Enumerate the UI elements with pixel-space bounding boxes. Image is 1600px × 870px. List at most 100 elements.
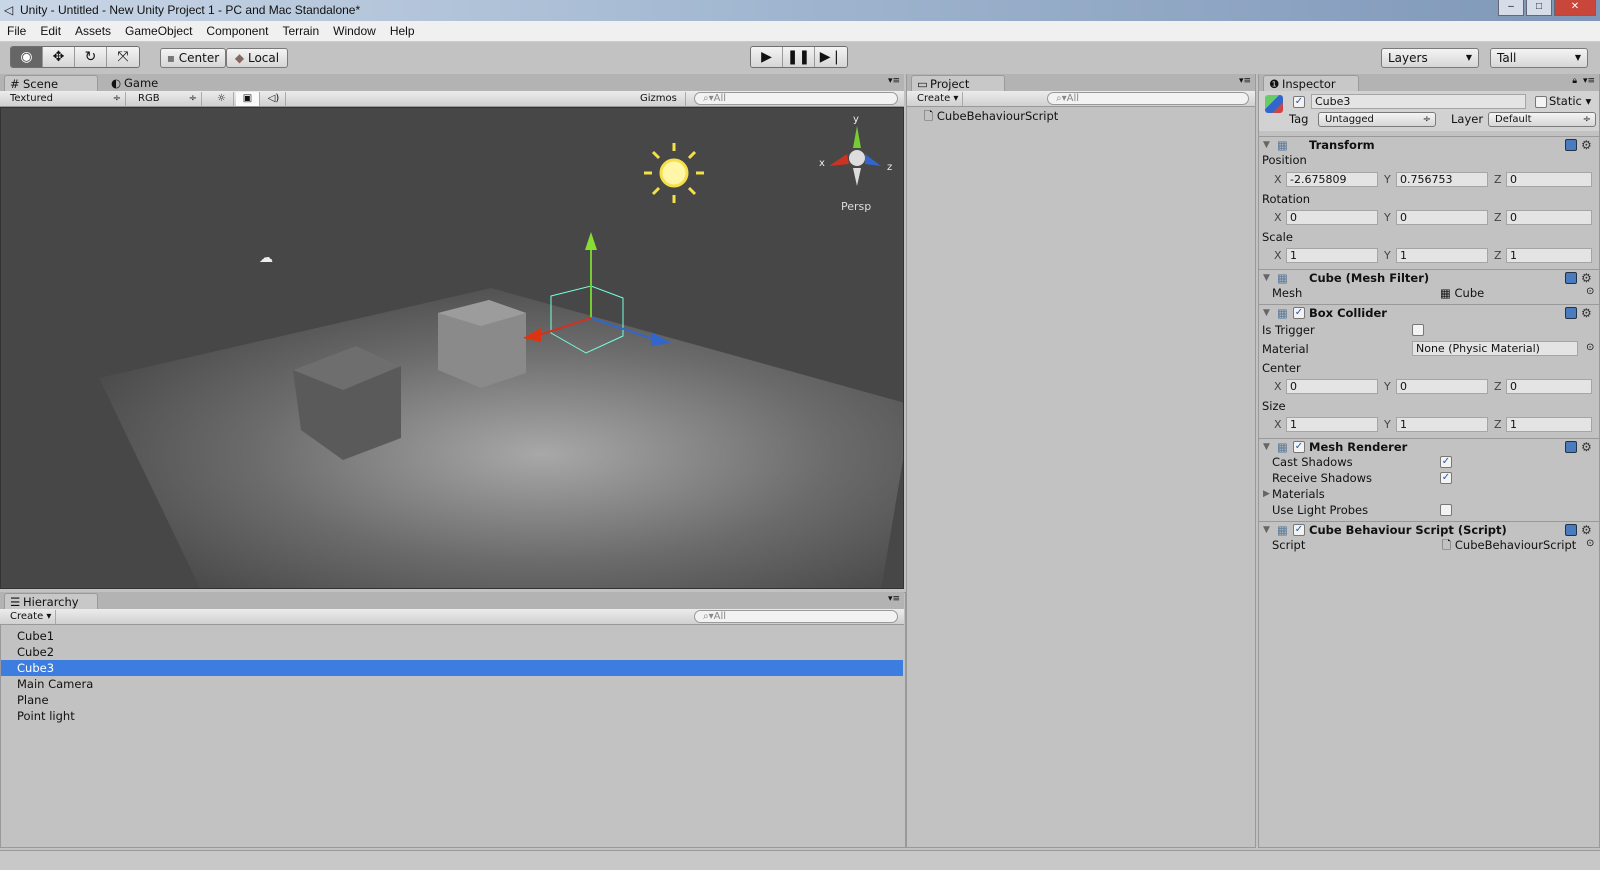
hierarchy-search-input[interactable]: ⌕▾All: [694, 610, 898, 623]
scene-search-input[interactable]: ⌕▾All: [694, 92, 898, 105]
orientation-gizmo[interactable]: [829, 126, 881, 186]
position-x-field[interactable]: -2.675809: [1286, 172, 1378, 187]
layout-dropdown[interactable]: Tall ▼: [1490, 48, 1588, 68]
hierarchy-item[interactable]: Cube2: [1, 644, 903, 660]
tag-dropdown[interactable]: Untagged ÷: [1318, 112, 1436, 127]
persp-label[interactable]: Persp: [841, 200, 871, 213]
hierarchy-item[interactable]: Cube1: [1, 628, 903, 644]
box-collider-enabled-checkbox[interactable]: ✓: [1293, 307, 1305, 319]
scale-z-field[interactable]: 1: [1506, 248, 1592, 263]
scale-x-field[interactable]: 1: [1286, 248, 1378, 263]
layers-dropdown[interactable]: Layers ▼: [1381, 48, 1479, 68]
audio-toggle-speaker-icon[interactable]: ◁): [262, 92, 286, 106]
cast-shadows-checkbox[interactable]: ✓: [1440, 456, 1452, 468]
center-z-field[interactable]: 0: [1506, 379, 1592, 394]
lighting-toggle-sun-icon[interactable]: ☼: [210, 92, 234, 106]
gear-icon[interactable]: ⚙: [1581, 439, 1592, 455]
image-toggle-icon[interactable]: ▣: [236, 92, 260, 106]
size-y-field[interactable]: 1: [1396, 417, 1488, 432]
receive-shadows-checkbox[interactable]: ✓: [1440, 472, 1452, 484]
tab-hierarchy[interactable]: ☰ Hierarchy: [4, 593, 98, 609]
menu-terrain[interactable]: Terrain: [275, 21, 326, 41]
menu-component[interactable]: Component: [199, 21, 275, 41]
menu-assets[interactable]: Assets: [68, 21, 118, 41]
static-label[interactable]: Static ▾: [1549, 94, 1591, 108]
script-component-header[interactable]: ▼ ▦ ✓ Cube Behaviour Script (Script) ⚙: [1259, 521, 1599, 537]
transform-header[interactable]: ▼ ▦ Transform ⚙: [1259, 136, 1599, 152]
render-mode-dropdown[interactable]: Textured ÷: [4, 92, 126, 106]
script-component-enabled-checkbox[interactable]: ✓: [1293, 524, 1305, 536]
tab-inspector[interactable]: ❶ Inspector: [1263, 75, 1359, 91]
project-item[interactable]: 🗋 CubeBehaviourScript: [924, 109, 1058, 128]
scale-tool-icon[interactable]: ⤧: [107, 47, 139, 67]
view-tool-eye-icon[interactable]: ◉: [11, 47, 43, 67]
box-collider-header[interactable]: ▼ ▦ ✓ Box Collider ⚙: [1259, 304, 1599, 320]
center-x-field[interactable]: 0: [1286, 379, 1378, 394]
scale-y-field[interactable]: 1: [1396, 248, 1488, 263]
close-button[interactable]: ✕: [1554, 0, 1596, 16]
panel-menu-icon[interactable]: ▾≡: [888, 76, 900, 86]
gizmos-dropdown[interactable]: Gizmos ▾: [634, 92, 686, 117]
pivot-center-button[interactable]: ▪ Center: [160, 48, 226, 68]
foldout-triangle-icon[interactable]: ▼: [1263, 305, 1270, 321]
step-button[interactable]: ▶❘: [815, 47, 847, 67]
object-picker-icon[interactable]: ⊙: [1586, 342, 1594, 353]
is-trigger-checkbox[interactable]: [1412, 324, 1424, 336]
scene-viewport[interactable]: ☁ y x z Persp: [0, 107, 904, 589]
y-arrow-icon[interactable]: [585, 232, 597, 250]
hierarchy-create-button[interactable]: Create ▾: [4, 610, 56, 624]
pivot-local-button[interactable]: ◆ Local: [226, 48, 288, 68]
object-picker-icon[interactable]: ⊙: [1586, 538, 1594, 549]
move-tool-icon[interactable]: ✥: [43, 47, 75, 67]
mesh-value[interactable]: ▦ Cube: [1440, 285, 1484, 301]
active-checkbox[interactable]: ✓: [1293, 96, 1305, 108]
menu-edit[interactable]: Edit: [33, 21, 68, 41]
physic-material-field[interactable]: None (Physic Material): [1412, 341, 1578, 356]
light-probes-checkbox[interactable]: [1440, 504, 1452, 516]
gear-icon[interactable]: ⚙: [1581, 305, 1592, 321]
object-name-input[interactable]: Cube3: [1311, 94, 1526, 109]
hierarchy-item-selected[interactable]: Cube3: [1, 660, 903, 676]
tab-game[interactable]: ◐ Game: [106, 75, 168, 91]
hierarchy-item[interactable]: Main Camera: [1, 676, 903, 692]
mesh-renderer-header[interactable]: ▼ ▦ ✓ Mesh Renderer ⚙: [1259, 438, 1599, 454]
project-search-input[interactable]: ⌕▾All: [1047, 92, 1249, 105]
camera-icon[interactable]: ☁: [259, 250, 273, 266]
panel-menu-icon[interactable]: ▾≡: [888, 594, 900, 604]
gear-icon[interactable]: ⚙: [1581, 270, 1592, 286]
help-icon[interactable]: [1565, 307, 1577, 319]
rotate-tool-icon[interactable]: ↻: [75, 47, 107, 67]
layer-dropdown[interactable]: Default ÷: [1488, 112, 1596, 127]
rotation-z-field[interactable]: 0: [1506, 210, 1592, 225]
gear-icon[interactable]: ⚙: [1581, 137, 1592, 153]
mesh-renderer-enabled-checkbox[interactable]: ✓: [1293, 441, 1305, 453]
tab-scene[interactable]: # Scene: [4, 75, 98, 91]
rotation-x-field[interactable]: 0: [1286, 210, 1378, 225]
play-button[interactable]: ▶: [751, 47, 783, 67]
panel-menu-icon[interactable]: ▾≡: [1583, 76, 1595, 86]
script-value[interactable]: 🗋 CubeBehaviourScript: [1442, 537, 1576, 553]
project-create-button[interactable]: Create ▾: [911, 92, 963, 106]
menu-gameobject[interactable]: GameObject: [118, 21, 199, 41]
foldout-triangle-icon[interactable]: ▼: [1263, 270, 1270, 286]
size-z-field[interactable]: 1: [1506, 417, 1592, 432]
gear-icon[interactable]: ⚙: [1581, 522, 1592, 538]
minimize-button[interactable]: –: [1498, 0, 1524, 16]
object-picker-icon[interactable]: ⊙: [1586, 286, 1594, 297]
materials-foldout-icon[interactable]: ▶: [1263, 489, 1270, 499]
position-z-field[interactable]: 0: [1506, 172, 1592, 187]
panel-menu-icon[interactable]: ▾≡: [1239, 76, 1251, 86]
tab-project[interactable]: ▭ Project: [911, 75, 1005, 91]
foldout-triangle-icon[interactable]: ▼: [1263, 522, 1270, 538]
position-y-field[interactable]: 0.756753: [1396, 172, 1488, 187]
channel-dropdown[interactable]: RGB ÷: [132, 92, 202, 106]
foldout-triangle-icon[interactable]: ▼: [1263, 137, 1270, 153]
menu-window[interactable]: Window: [326, 21, 383, 41]
hierarchy-item[interactable]: Plane: [1, 692, 903, 708]
help-icon[interactable]: [1565, 272, 1577, 284]
point-light-sun-icon[interactable]: [644, 143, 704, 203]
lock-icon[interactable]: 🔒︎: [1572, 76, 1577, 86]
mesh-filter-header[interactable]: ▼ ▦ Cube (Mesh Filter) ⚙: [1259, 269, 1599, 285]
menu-help[interactable]: Help: [383, 21, 422, 41]
menu-file[interactable]: File: [0, 21, 33, 41]
